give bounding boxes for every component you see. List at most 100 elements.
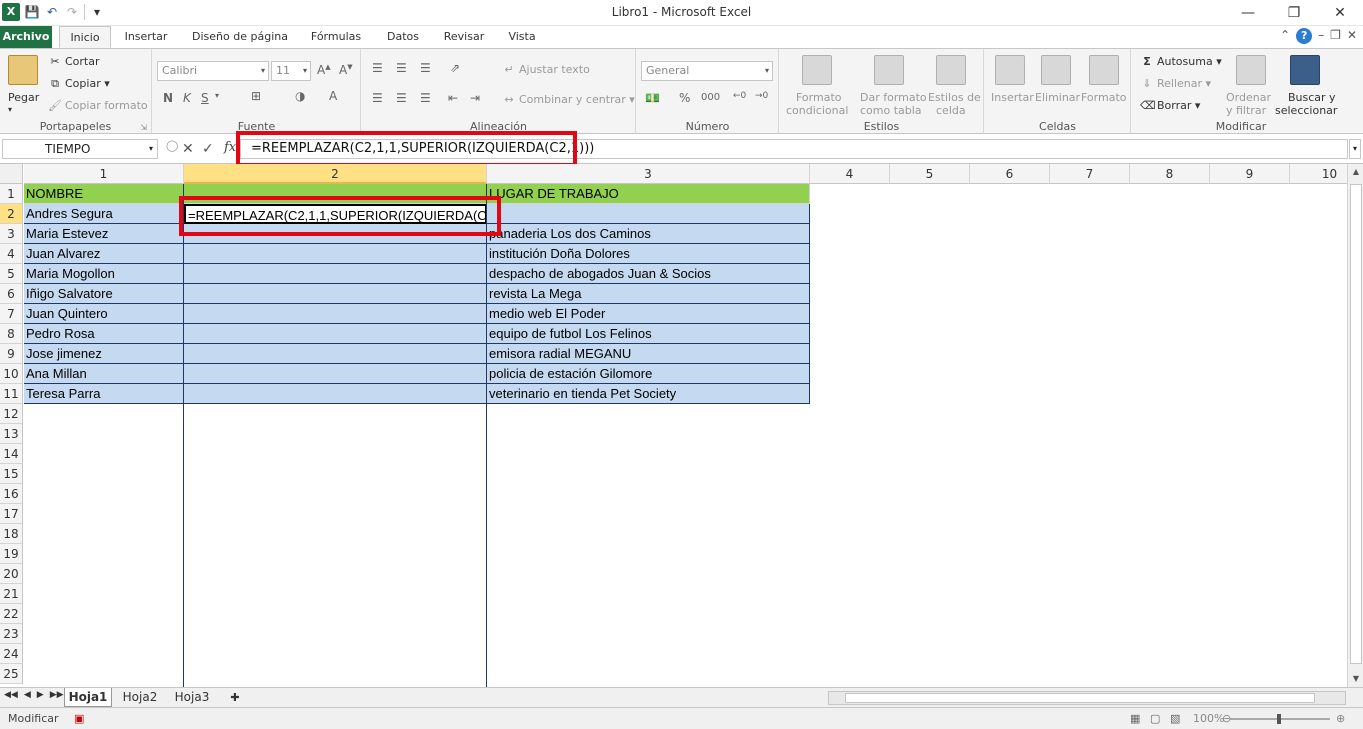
align-bottom-icon[interactable]: ☰: [420, 61, 431, 75]
column-header[interactable]: 5: [890, 164, 970, 184]
page-layout-view-icon[interactable]: ▢: [1150, 712, 1160, 725]
font-color-icon[interactable]: A: [329, 89, 337, 103]
cell-work[interactable]: medio web El Poder: [487, 304, 810, 324]
cell-empty[interactable]: [184, 284, 487, 304]
insert-cells-icon[interactable]: [995, 55, 1025, 85]
conditional-format-icon[interactable]: [802, 55, 832, 85]
row-header[interactable]: 3: [0, 224, 23, 244]
cell-name[interactable]: Iñigo Salvatore: [24, 284, 184, 304]
header-cell-nombre[interactable]: NOMBRE: [24, 184, 184, 204]
row-header[interactable]: 14: [0, 444, 23, 464]
column-header[interactable]: 6: [970, 164, 1050, 184]
row-header[interactable]: 21: [0, 584, 23, 604]
currency-icon[interactable]: 💵: [645, 91, 660, 105]
formula-input[interactable]: =REEMPLAZAR(C2,1,1,SUPERIOR(IZQUIERDA(C2…: [240, 139, 1348, 159]
row-header[interactable]: 4: [0, 244, 23, 264]
sheet-tab-hoja3[interactable]: Hoja3: [168, 688, 216, 707]
cell-styles-label-1[interactable]: Estilos de: [928, 91, 981, 104]
insert-cells-button[interactable]: Insertar: [991, 91, 1034, 104]
cell-styles-label-2[interactable]: celda: [936, 104, 966, 117]
conditional-format-label-2[interactable]: condicional: [786, 104, 848, 117]
row-header[interactable]: 20: [0, 564, 23, 584]
paste-icon[interactable]: [8, 55, 38, 85]
cell-work[interactable]: veterinario en tienda Pet Society: [487, 384, 810, 404]
cell-empty[interactable]: [184, 344, 487, 364]
column-header[interactable]: 3: [487, 164, 810, 184]
tab-diseno-pagina[interactable]: Diseño de página: [186, 26, 294, 48]
orientation-icon[interactable]: ⇗: [450, 61, 460, 75]
decrease-decimal-icon[interactable]: →0: [755, 91, 768, 101]
cell-work[interactable]: emisora radial MEGANU: [487, 344, 810, 364]
row-header[interactable]: 5: [0, 264, 23, 284]
minimize-workbook-icon[interactable]: –: [1318, 28, 1324, 44]
insert-sheet-icon[interactable]: ✚: [224, 688, 246, 707]
last-sheet-icon[interactable]: ▶▶: [50, 690, 64, 700]
row-header[interactable]: 18: [0, 524, 23, 544]
sort-filter-label-2[interactable]: y filtrar: [1226, 104, 1266, 117]
format-cells-button[interactable]: Formato: [1081, 91, 1127, 104]
header-cell-lugar[interactable]: LUGAR DE TRABAJO: [487, 184, 810, 204]
row-header[interactable]: 24: [0, 644, 23, 664]
cell-name[interactable]: Teresa Parra: [24, 384, 184, 404]
row-header[interactable]: 19: [0, 544, 23, 564]
row-header[interactable]: 9: [0, 344, 23, 364]
cell-empty[interactable]: [184, 224, 487, 244]
first-sheet-icon[interactable]: ◀◀: [4, 690, 18, 700]
prev-sheet-icon[interactable]: ◀: [24, 690, 31, 700]
tab-insertar[interactable]: Insertar: [118, 26, 174, 48]
autosum-button[interactable]: Σ Autosuma ▾: [1140, 55, 1222, 69]
restore-icon[interactable]: ❐: [1271, 0, 1317, 26]
tab-datos[interactable]: Datos: [378, 26, 428, 48]
row-header[interactable]: 10: [0, 364, 23, 384]
column-header[interactable]: 2: [184, 164, 487, 184]
zoom-slider-thumb[interactable]: [1277, 714, 1281, 724]
formula-bar-expand-icon[interactable]: ▾: [1349, 139, 1361, 159]
borders-icon[interactable]: ⊞: [251, 89, 261, 103]
row-header[interactable]: 17: [0, 504, 23, 524]
cell-work[interactable]: revista La Mega: [487, 284, 810, 304]
align-right-icon[interactable]: ☰: [420, 91, 431, 105]
header-cell-empty[interactable]: [184, 184, 487, 204]
column-header[interactable]: 8: [1130, 164, 1210, 184]
row-header[interactable]: 2: [0, 204, 23, 224]
format-painter-button[interactable]: 🖌 Copiar formato: [48, 99, 148, 113]
select-all-corner[interactable]: [0, 164, 23, 184]
column-header[interactable]: 4: [810, 164, 890, 184]
next-sheet-icon[interactable]: ▶: [37, 690, 44, 700]
confirm-formula-icon[interactable]: ✓: [202, 141, 214, 157]
fill-button[interactable]: ⇓ Rellenar ▾: [1140, 77, 1211, 91]
clear-button[interactable]: ⌫Borrar ▾: [1140, 99, 1200, 113]
scroll-down-icon[interactable]: ▼: [1348, 671, 1363, 687]
format-as-table-icon[interactable]: [874, 55, 904, 85]
cell-empty[interactable]: [184, 304, 487, 324]
conditional-format-label-1[interactable]: Formato: [796, 91, 842, 104]
collapse-ribbon-icon[interactable]: ⌃: [1280, 28, 1290, 44]
normal-view-icon[interactable]: ▦: [1130, 712, 1140, 725]
cell-work[interactable]: equipo de futbol Los Felinos: [487, 324, 810, 344]
align-top-icon[interactable]: ☰: [372, 61, 383, 75]
dialog-launcher-icon[interactable]: ⇲: [140, 123, 147, 132]
vertical-scroll-thumb[interactable]: [1350, 184, 1362, 664]
increase-decimal-icon[interactable]: ←0: [733, 91, 746, 101]
minimize-icon[interactable]: —: [1225, 0, 1271, 26]
bold-button[interactable]: N: [163, 91, 173, 105]
shrink-font-icon[interactable]: A▼: [339, 63, 353, 77]
cell-styles-icon[interactable]: [936, 55, 966, 85]
format-cells-icon[interactable]: [1089, 55, 1119, 85]
cut-button[interactable]: ✂ Cortar: [48, 55, 99, 69]
worksheet-grid[interactable]: 1 2 3 4 5 6 7 8 9 10 1 2 3 4 5 6 7 8 9 10 11 12 13 14 15 16 17 18 1…: [0, 164, 1347, 687]
tab-archivo[interactable]: Archivo: [0, 26, 52, 48]
fill-color-icon[interactable]: ◑: [295, 89, 305, 103]
row-header[interactable]: 6: [0, 284, 23, 304]
find-select-label-2[interactable]: seleccionar: [1275, 104, 1337, 117]
sort-filter-label-1[interactable]: Ordenar: [1226, 91, 1271, 104]
cell-name[interactable]: Jose jimenez: [24, 344, 184, 364]
cell-empty[interactable]: [184, 244, 487, 264]
format-as-table-label-2[interactable]: como tabla: [860, 104, 922, 117]
column-header[interactable]: 7: [1050, 164, 1130, 184]
cell-name[interactable]: Ana Millan: [24, 364, 184, 384]
align-center-icon[interactable]: ☰: [396, 91, 407, 105]
zoom-level[interactable]: 100%: [1193, 712, 1224, 725]
number-format-combo[interactable]: General ▾: [641, 61, 773, 81]
increase-indent-icon[interactable]: ⇥: [470, 91, 480, 105]
